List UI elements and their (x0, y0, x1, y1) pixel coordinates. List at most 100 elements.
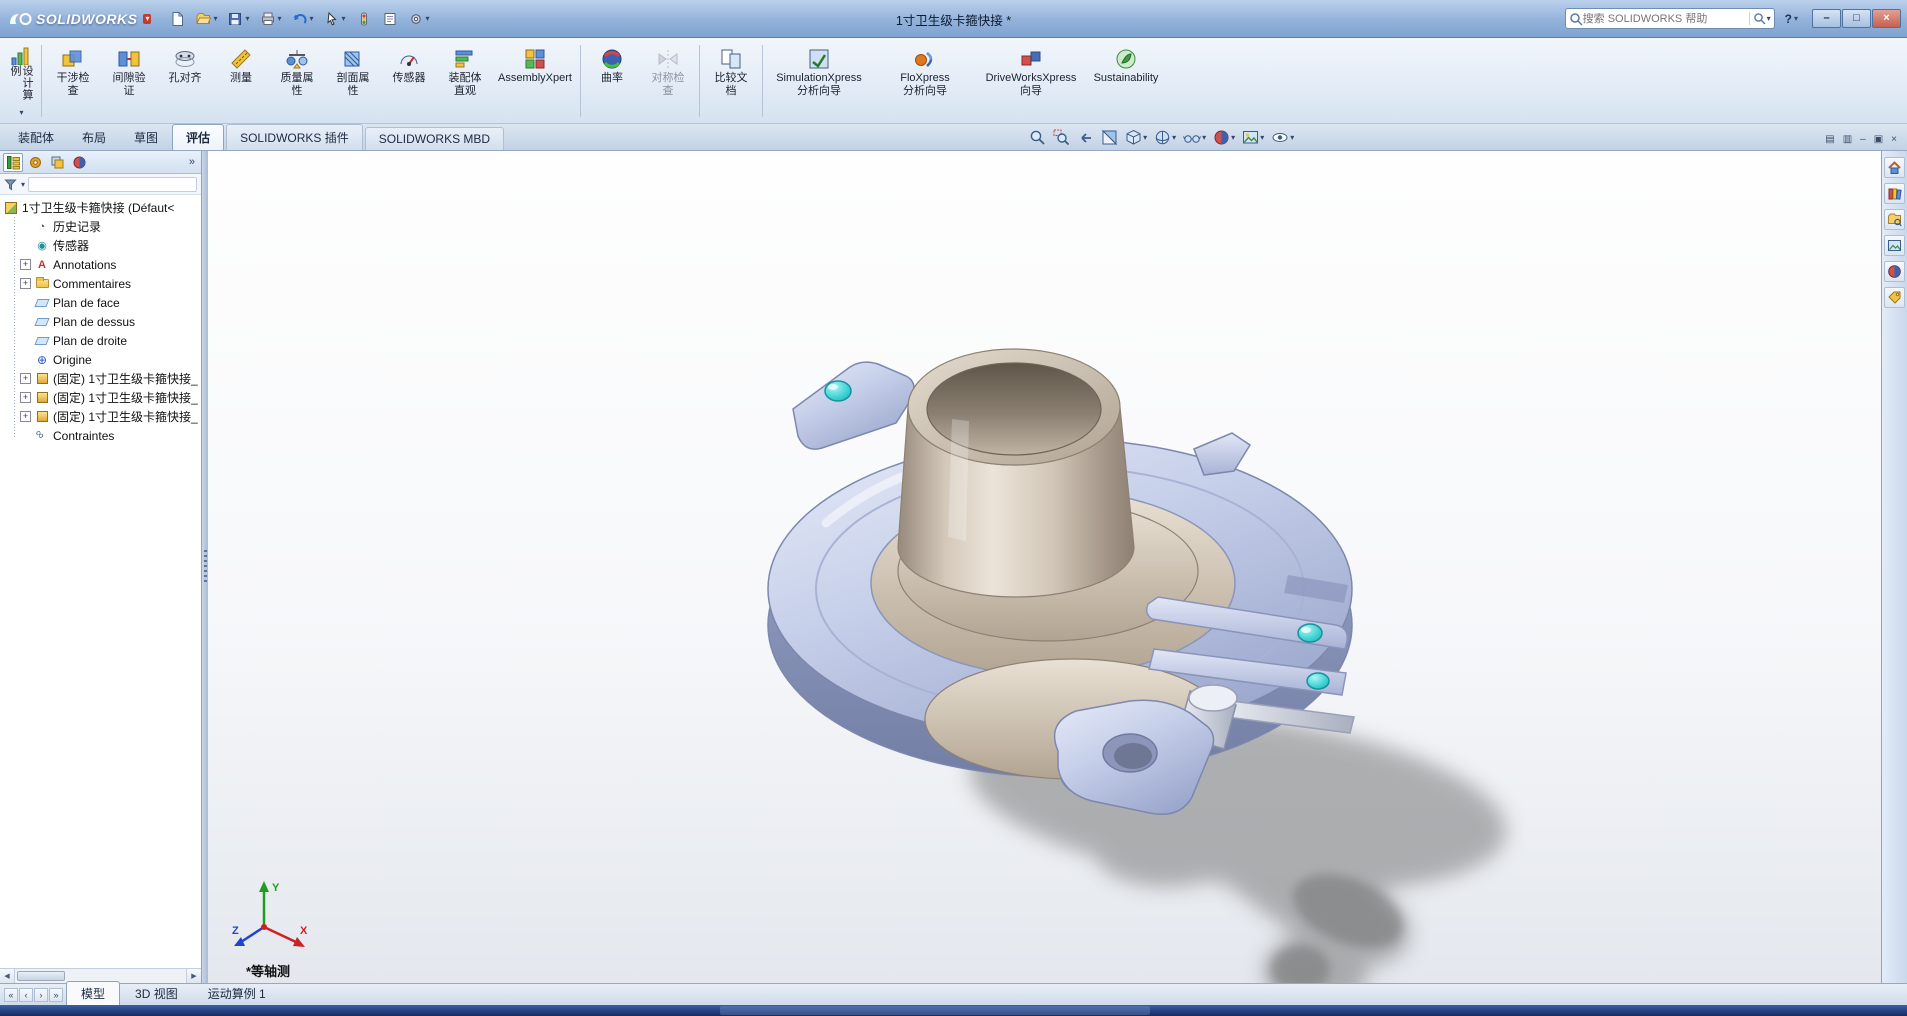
design-library-tab[interactable] (1884, 183, 1905, 204)
tab-evaluate[interactable]: 评估 (172, 124, 224, 150)
panel-overflow-chevrons[interactable]: » (186, 156, 198, 168)
tab-assembly[interactable]: 装配体 (4, 124, 68, 150)
curvature-button[interactable]: 曲率 (584, 41, 640, 121)
view-orientation-button[interactable]: ▾ (1123, 127, 1149, 148)
zoom-area-button[interactable] (1051, 127, 1072, 148)
filter-funnel-icon[interactable] (4, 178, 17, 191)
resources-tab[interactable] (1884, 157, 1905, 178)
displaymanager-tab[interactable] (69, 153, 89, 172)
expand-toggle[interactable]: + (20, 278, 31, 289)
interference-check-button[interactable]: 干涉检查 (45, 41, 101, 121)
doc-close-button[interactable]: × (1889, 134, 1899, 146)
propertymanager-tab[interactable] (25, 153, 45, 172)
expand-toggle[interactable]: + (20, 373, 31, 384)
search-go-button[interactable]: ▾ (1749, 12, 1771, 25)
simulationxpress-button[interactable]: SimulationXpress分析向导 (766, 41, 872, 121)
edit-appearance-button[interactable]: ▾ (1211, 127, 1237, 148)
hinge-lug[interactable] (793, 362, 914, 449)
scroll-left-button[interactable]: ◀ (0, 969, 15, 983)
display-style-button[interactable]: ▾ (1152, 127, 1178, 148)
tree-item-sensors[interactable]: ◉ 传感器 (20, 236, 199, 255)
tree-item-top-plane[interactable]: Plan de dessus (20, 312, 199, 331)
options-button[interactable]: ▾ (404, 8, 434, 30)
tree-item-component-3[interactable]: + (固定) 1寸卫生级卡箍快接_ (20, 407, 199, 426)
tree-item-front-plane[interactable]: Plan de face (20, 293, 199, 312)
model-3d-view[interactable] (208, 151, 1881, 983)
tab-motion-study-1[interactable]: 运动算例 1 (193, 981, 281, 1005)
tab-solidworks-mbd[interactable]: SOLIDWORKS MBD (365, 127, 504, 150)
lug-pin[interactable] (1298, 624, 1322, 642)
band-tab[interactable] (1194, 433, 1250, 475)
tree-item-mates[interactable]: ∞ Contraintes (20, 426, 199, 445)
expand-toggle[interactable]: + (20, 392, 31, 403)
first-tab-button[interactable]: « (4, 988, 18, 1002)
open-button[interactable]: ▾ (191, 8, 221, 30)
clearance-verify-button[interactable]: 间隙验证 (101, 41, 157, 121)
appearances-tab[interactable] (1884, 261, 1905, 282)
rebuild-button[interactable] (352, 8, 376, 30)
tree-filter-input[interactable] (28, 177, 197, 192)
new-document-button[interactable] (165, 8, 189, 30)
save-button[interactable]: ▾ (223, 8, 253, 30)
doc-minimize-button[interactable]: – (1858, 134, 1868, 146)
select-button[interactable]: ▾ (320, 8, 350, 30)
dropdown-icon[interactable]: ▾ (21, 180, 25, 189)
minimize-button[interactable]: – (1812, 9, 1841, 28)
featuremanager-tree-tab[interactable] (3, 153, 23, 172)
custom-properties-tab[interactable] (1884, 287, 1905, 308)
close-button[interactable]: × (1872, 9, 1901, 28)
section-view-button[interactable] (1099, 127, 1120, 148)
tree-item-comments[interactable]: + Commentaires (20, 274, 199, 293)
sensors-button[interactable]: 传感器 (381, 41, 437, 121)
view-palette-tab[interactable] (1884, 235, 1905, 256)
tab-sketch[interactable]: 草图 (120, 124, 172, 150)
menu-flyout-icon[interactable]: ▾ (143, 14, 151, 24)
tab-model[interactable]: 模型 (66, 981, 120, 1005)
floxpress-button[interactable]: FloXpress分析向导 (872, 41, 978, 121)
pane-layout-button[interactable]: ▤ (1823, 134, 1836, 146)
lug-pin-2[interactable] (1307, 673, 1329, 689)
undo-button[interactable]: ▾ (288, 8, 318, 30)
tree-item-history[interactable]: ◔ 历史记录 (20, 217, 199, 236)
tree-item-annotations[interactable]: + A Annotations (20, 255, 199, 274)
search-input[interactable] (1583, 13, 1749, 25)
tab-3d-views[interactable]: 3D 视图 (120, 981, 193, 1005)
mass-properties-button[interactable]: 质量属性 (269, 41, 325, 121)
doc-restore-button[interactable]: ▣ (1872, 134, 1885, 146)
tree-item-right-plane[interactable]: Plan de droite (20, 331, 199, 350)
configurationmanager-tab[interactable] (47, 153, 67, 172)
print-button[interactable]: ▾ (256, 8, 286, 30)
previous-tab-button[interactable]: ‹ (19, 988, 33, 1002)
previous-view-button[interactable] (1075, 127, 1096, 148)
compare-documents-button[interactable]: 比较文档 (703, 41, 759, 121)
hinge-pin[interactable] (825, 381, 851, 401)
tree-item-origin[interactable]: ⊕ Origine (20, 350, 199, 369)
scrollbar-track[interactable] (15, 969, 186, 983)
scrollbar-thumb[interactable] (17, 971, 65, 981)
maximize-button[interactable]: □ (1842, 9, 1871, 28)
pane-layout-2-button[interactable]: ▥ (1841, 134, 1854, 146)
measure-button[interactable]: 测量 (213, 41, 269, 121)
tree-item-component-1[interactable]: + (固定) 1寸卫生级卡箍快接_ (20, 369, 199, 388)
help-button[interactable]: ?▾ (1781, 11, 1802, 27)
assemblyxpert-button[interactable]: AssemblyXpert (493, 41, 577, 121)
driveworksxpress-button[interactable]: DriveWorksXpress向导 (978, 41, 1084, 121)
help-search-box[interactable]: ▾ (1565, 8, 1775, 29)
apply-scene-button[interactable]: ▾ (1240, 127, 1266, 148)
file-explorer-tab[interactable] (1884, 209, 1905, 230)
tree-item-component-2[interactable]: + (固定) 1寸卫生级卡箍快接_ (20, 388, 199, 407)
expand-toggle[interactable]: + (20, 411, 31, 422)
view-settings-button[interactable]: ▾ (1269, 127, 1296, 148)
sustainability-button[interactable]: Sustainability (1084, 41, 1168, 121)
tree-root[interactable]: 1寸卫生级卡箍快接 (Défaut< (4, 198, 199, 217)
zoom-fit-button[interactable] (1027, 127, 1048, 148)
file-properties-button[interactable] (378, 8, 402, 30)
last-tab-button[interactable]: » (49, 988, 63, 1002)
section-properties-button[interactable]: 剖面属性 (325, 41, 381, 121)
tab-layout[interactable]: 布局 (68, 124, 120, 150)
next-tab-button[interactable]: › (34, 988, 48, 1002)
hole-alignment-button[interactable]: 孔对齐 (157, 41, 213, 121)
design-study-button[interactable]: 设计算例 ▾ (4, 41, 38, 121)
assembly-visualization-button[interactable]: 装配体直观 (437, 41, 493, 121)
expand-toggle[interactable]: + (20, 259, 31, 270)
